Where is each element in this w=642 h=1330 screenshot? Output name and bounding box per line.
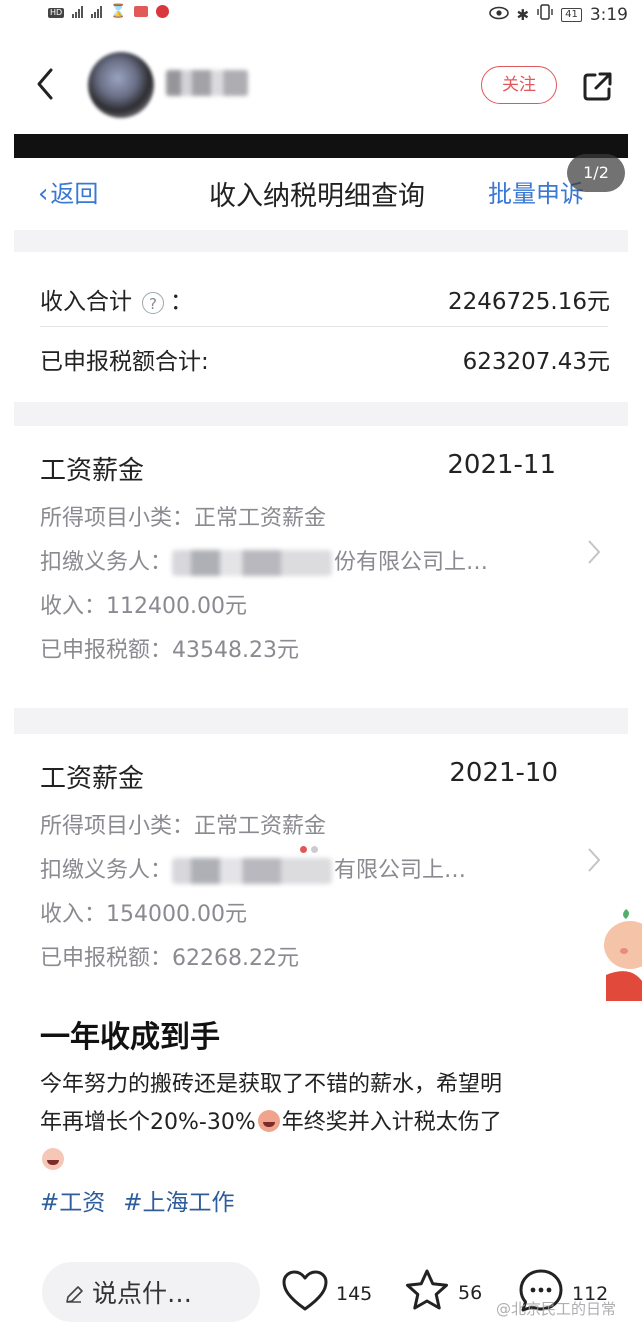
status-bar: HD ⌛ ✱ 41 3:19 (0, 0, 642, 36)
tag-shanghai-work[interactable]: #上海工作 (123, 1183, 234, 1217)
image-page-indicator: 1/2 (567, 154, 625, 192)
share-icon[interactable] (580, 68, 616, 104)
crying-face-emoji-icon (42, 1148, 64, 1170)
star-icon (404, 1268, 450, 1317)
weibo-watermark: @北京民工的日常 (496, 1300, 617, 1318)
post-body-line: 今年努力的搬砖还是获取了不错的薪水，希望明 (40, 1072, 503, 1097)
post-header: 关注 (0, 36, 642, 134)
carousel-dot-active (300, 846, 307, 853)
record-withholder: 扣缴义务人： 有限公司上… (40, 852, 466, 884)
floating-sticker[interactable] (600, 905, 642, 1005)
section-gap (14, 230, 628, 252)
post-body-line (40, 1142, 610, 1180)
bank-icon (156, 5, 170, 18)
signal-icon (91, 5, 103, 18)
chevron-right-icon (586, 846, 602, 882)
tax-record-card: 工资薪金 2021-10 所得项目小类：正常工资薪金 扣缴义务人： 有限公司上… … (14, 734, 628, 994)
withholder-name: 有限公司上… (334, 858, 467, 883)
record-period: 2021-11 (447, 450, 556, 480)
post-body-line: 年再增长个20%-30% 年终奖并入计税太伤了 (40, 1104, 610, 1142)
follow-button[interactable]: 关注 (481, 66, 557, 104)
carousel-dots (300, 846, 318, 853)
hd-icon: HD (48, 8, 65, 18)
record-income: 收入：112400.00元 (40, 594, 247, 619)
post-body: 今年努力的搬砖还是获取了不错的薪水，希望明 年再增长个20%-30% 年终奖并入计… (40, 1066, 610, 1180)
section-gap (14, 708, 628, 734)
heart-icon (282, 1270, 328, 1317)
section-gap (14, 402, 628, 426)
embedded-page-title: 收入纳税明细查询 (209, 181, 425, 212)
clock-time: 3:19 (589, 4, 628, 25)
withholder-redacted (172, 858, 333, 884)
vibrate-icon (537, 4, 553, 25)
eye-icon (488, 5, 509, 25)
income-total-label: 收入合计? ： (40, 282, 193, 316)
record-subtype: 所得项目小类：正常工资薪金 (40, 506, 327, 531)
post-tags: #工资 #上海工作 (40, 1183, 235, 1217)
wallet-icon (134, 6, 149, 17)
bluetooth-icon: ✱ (516, 5, 530, 24)
comment-placeholder: 说点什… (92, 1279, 193, 1308)
embedded-back-label: 返回 (50, 180, 99, 208)
income-total-colon: ： (170, 289, 193, 315)
status-left-icons: HD ⌛ (48, 4, 170, 19)
record-subtype: 所得项目小类：正常工资薪金 (40, 814, 327, 839)
income-total-value: 2246725.16元 (447, 289, 610, 315)
battery-indicator: 41 (561, 7, 582, 22)
divider (40, 326, 608, 327)
like-button[interactable]: 145 (282, 1270, 372, 1317)
income-total-text: 收入合计 (40, 289, 132, 315)
post-body-text: 年终奖并入计税太伤了 (281, 1110, 502, 1135)
post-body-text: 年再增长个20%-30% (40, 1110, 256, 1135)
hourglass-icon: ⌛ (110, 4, 127, 19)
record-tax: 已申报税额：43548.23元 (40, 638, 299, 663)
chevron-right-icon (586, 538, 602, 574)
author-avatar[interactable] (88, 52, 154, 118)
author-name-redacted[interactable] (166, 70, 248, 96)
back-arrow-icon[interactable] (34, 66, 56, 102)
record-category: 工资薪金 (40, 764, 145, 794)
crying-emoji-icon (257, 1110, 280, 1132)
embedded-status-bar (14, 134, 628, 158)
post-image[interactable]: ‹返回 收入纳税明细查询 批量申诉 1/2 收入合计?： 2246725.16元… (14, 134, 628, 994)
embedded-back-link: ‹返回 (38, 179, 99, 209)
withholder-redacted (172, 550, 333, 576)
pencil-icon (64, 1282, 84, 1303)
tax-total-value: 623207.43元 (462, 349, 610, 375)
record-tax: 已申报税额：62268.22元 (40, 946, 299, 971)
favorite-count: 56 (458, 1281, 483, 1304)
tax-record-card: 工资薪金 2021-11 所得项目小类：正常工资薪金 扣缴义务人： 份有限公司上…… (14, 426, 628, 708)
record-period: 2021-10 (449, 758, 558, 788)
post-title: 一年收成到手 (40, 1020, 220, 1055)
favorite-button[interactable]: 56 (404, 1268, 482, 1317)
record-withholder: 扣缴义务人： 份有限公司上… (40, 544, 488, 576)
help-icon: ? (142, 291, 164, 314)
withholder-label: 扣缴义务人： (40, 550, 173, 575)
signal-icon (72, 5, 84, 18)
withholder-label: 扣缴义务人： (40, 858, 173, 883)
tag-salary[interactable]: #工资 (40, 1183, 105, 1217)
carousel-dot (311, 846, 318, 853)
like-count: 145 (336, 1282, 373, 1305)
tax-total-label: 已申报税额合计: (40, 349, 209, 375)
status-right-icons: ✱ 41 3:19 (488, 4, 628, 25)
withholder-name: 份有限公司上… (334, 550, 489, 575)
comment-input[interactable]: 说点什… (42, 1262, 260, 1322)
record-income: 收入：154000.00元 (40, 902, 247, 927)
record-category: 工资薪金 (40, 456, 145, 486)
